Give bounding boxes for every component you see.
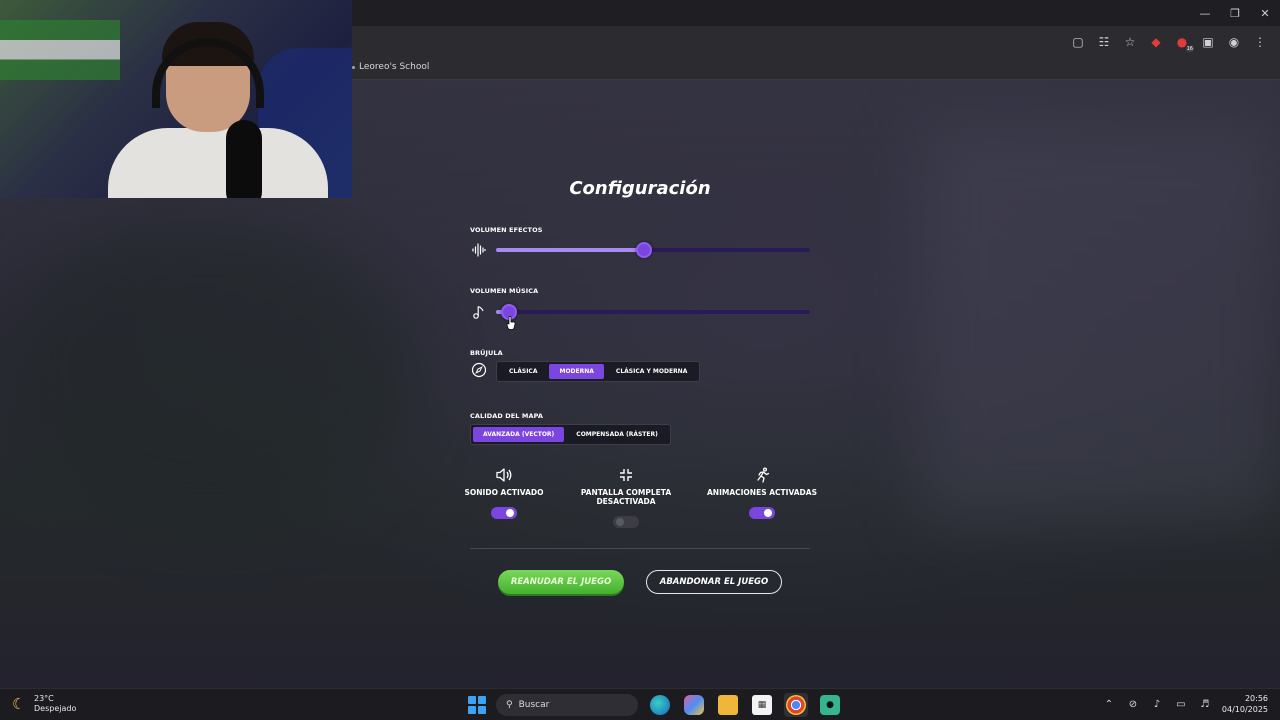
extension-badge-count: 16	[1185, 46, 1194, 52]
resume-game-button[interactable]: Reanudar el juego	[498, 570, 624, 594]
windows-start-icon[interactable]	[468, 696, 486, 714]
map-quality-selector: Avanzada (vector) Compensada (ráster)	[470, 424, 671, 445]
compass-selector: Clásica Moderna Clásica y moderna	[496, 361, 701, 382]
weather-widget[interactable]: ☾ 23°C Despejado	[12, 694, 76, 714]
switch-knob	[506, 509, 514, 517]
microphone	[226, 120, 262, 198]
map-quality-label: Calidad del mapa	[470, 412, 543, 420]
display-icon[interactable]: ▭	[1174, 699, 1188, 710]
effects-volume-fill	[496, 248, 644, 252]
window-controls: — ❐ ✕	[1190, 0, 1280, 26]
effects-volume-slider[interactable]	[496, 242, 810, 258]
map-quality-option-vector[interactable]: Avanzada (vector)	[473, 427, 565, 442]
moon-icon: ☾	[12, 695, 26, 713]
chrome-icon[interactable]	[786, 695, 806, 715]
music-note-icon	[470, 303, 488, 321]
sound-toggle-label: Sonido activado	[464, 488, 544, 497]
compass-label: Brújula	[470, 349, 503, 357]
compass-icon	[470, 361, 488, 379]
profile-icon[interactable]: ◉	[1224, 32, 1244, 52]
taskbar-clock[interactable]: 20:56 04/10/2025	[1222, 693, 1268, 715]
person-shirt	[108, 128, 328, 198]
app-icon[interactable]: ●	[820, 695, 840, 715]
clock-time: 20:56	[1244, 694, 1268, 703]
fullscreen-toggle-switch[interactable]	[613, 516, 639, 528]
compass-option-moderna[interactable]: Moderna	[549, 364, 604, 379]
copilot-icon[interactable]	[684, 695, 704, 715]
weather-temperature: 23°C	[34, 694, 54, 703]
settings-divider	[470, 548, 810, 549]
taskbar-search-box[interactable]: ⚲ Buscar	[496, 694, 638, 716]
microphone-icon[interactable]: ♪	[1150, 699, 1164, 710]
compass-option-clasica-y-moderna[interactable]: Clásica y moderna	[606, 364, 697, 379]
switch-knob	[616, 518, 624, 526]
compass-option-clasica[interactable]: Clásica	[499, 364, 547, 379]
webcam-person	[108, 22, 352, 198]
effects-volume-handle[interactable]	[636, 242, 652, 258]
sound-toggle-switch[interactable]	[491, 507, 517, 519]
animations-toggle-switch[interactable]	[749, 507, 775, 519]
kebab-menu-icon[interactable]: ⋮	[1250, 32, 1270, 52]
weather-description: Despejado	[34, 704, 77, 713]
close-icon[interactable]: ✕	[1250, 0, 1280, 26]
effects-volume-label: Volumen efectos	[470, 226, 543, 234]
animations-toggle-group: Animaciones activadas	[692, 466, 832, 519]
store-icon[interactable]: ▦	[752, 695, 772, 715]
map-quality-option-raster[interactable]: Compensada (ráster)	[566, 427, 668, 442]
restore-icon[interactable]: ❐	[1220, 0, 1250, 26]
star-icon[interactable]: ☆	[1120, 32, 1140, 52]
sound-toggle-group: Sonido activado	[434, 466, 574, 519]
minimize-icon[interactable]: —	[1190, 0, 1220, 26]
bookmark-leoreos-school[interactable]: Leoreo's School	[352, 62, 429, 72]
speaker-icon	[434, 466, 574, 484]
settings-title: Configuración	[569, 178, 711, 199]
extension-badge-icon[interactable]: ● 16	[1172, 32, 1194, 52]
animations-toggle-label: Animaciones activadas	[707, 488, 817, 497]
puzzle-icon[interactable]: ▣	[1198, 32, 1218, 52]
search-icon: ⚲	[506, 700, 513, 710]
extension-red-icon[interactable]: ◆	[1146, 32, 1166, 52]
running-figure-icon	[692, 466, 832, 484]
network-off-icon[interactable]: ⊘	[1126, 699, 1140, 710]
fullscreen-toggle-group: Pantalla completa desactivada	[556, 466, 696, 528]
system-tray: ⌃ ⊘ ♪ ▭ ♬ 20:56 04/10/2025	[1102, 693, 1268, 715]
switch-knob	[764, 509, 772, 517]
chevron-up-icon[interactable]: ⌃	[1102, 699, 1116, 710]
taskbar-apps: ⚲ Buscar ▦ ●	[468, 693, 842, 717]
bookmark-favicon-icon	[352, 65, 355, 69]
cast-icon[interactable]: ▢	[1068, 32, 1088, 52]
quit-game-button[interactable]: Abandonar el juego	[646, 570, 782, 594]
windows-taskbar: ☾ 23°C Despejado ⚲ Buscar ▦ ● ⌃ ⊘ ♪ ▭ ♬ …	[0, 688, 1280, 720]
waveform-icon	[470, 241, 488, 259]
file-explorer-icon[interactable]	[718, 695, 738, 715]
translate-icon[interactable]: ☷	[1094, 32, 1114, 52]
webcam-overlay	[0, 0, 352, 198]
volume-icon[interactable]: ♬	[1198, 699, 1212, 710]
music-volume-label: Volumen música	[470, 287, 539, 295]
fullscreen-toggle-label: Pantalla completa desactivada	[580, 488, 672, 506]
webcam-flag	[0, 20, 120, 80]
music-volume-slider[interactable]	[496, 304, 810, 320]
hand-cursor-icon	[506, 316, 516, 330]
fullscreen-exit-icon	[556, 466, 696, 484]
clock-date: 04/10/2025	[1221, 705, 1268, 714]
taskbar-search-placeholder: Buscar	[518, 700, 550, 710]
edge-icon[interactable]	[650, 695, 670, 715]
bookmark-label: Leoreo's School	[359, 62, 430, 72]
